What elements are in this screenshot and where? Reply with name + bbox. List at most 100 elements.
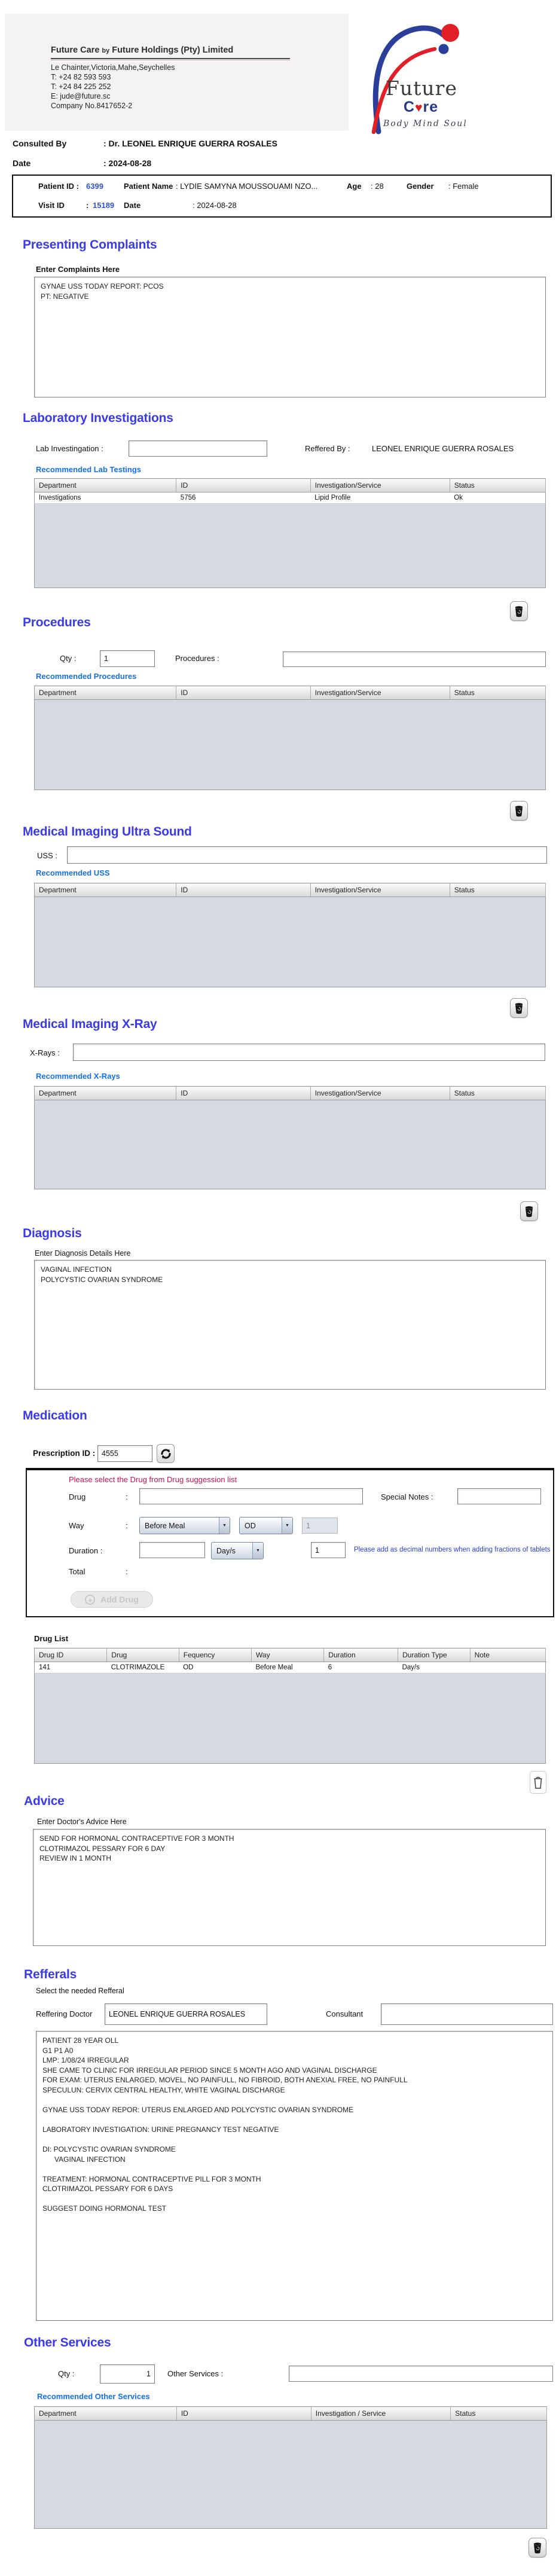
prescription-refresh-button[interactable] — [157, 1444, 175, 1463]
other-services-input[interactable] — [289, 2366, 553, 2382]
company-email: E: jude@future.sc — [51, 92, 111, 100]
lab-title: Laboratory Investigations — [23, 411, 173, 425]
procedures-table: Department ID Investigation/Service Stat… — [34, 686, 546, 790]
prescription-id-input[interactable] — [97, 1445, 152, 1462]
recommended-procedures-label: Recommended Procedures — [36, 672, 137, 681]
logo-word-care: C♥re — [404, 99, 439, 115]
special-notes-label: Special Notes : — [381, 1492, 433, 1501]
patient-gender-value: : Female — [448, 182, 479, 191]
uss-field-label: USS : — [37, 851, 57, 860]
add-drug-button[interactable]: + Add Drug — [71, 1591, 153, 1608]
xray-delete-button[interactable] — [520, 1201, 538, 1221]
consulted-by-value: : Dr. LEONEL ENRIQUE GUERRA ROSALES — [103, 139, 277, 148]
lab-investigation-input[interactable] — [129, 440, 267, 457]
way-colon: : — [126, 1521, 128, 1530]
xray-input[interactable] — [73, 1044, 545, 1061]
lab-table: Department ID Investigation/Service Stat… — [34, 478, 546, 588]
visit-id-colon: : — [86, 201, 89, 210]
procedures-input[interactable] — [283, 651, 546, 667]
tablets-hint-text: Please add as decimal numbers when addin… — [354, 1546, 552, 1553]
procedures-qty-input[interactable] — [100, 650, 155, 667]
trash-icon — [515, 805, 523, 816]
consult-date-row: Date: 2024-08-28 — [13, 158, 151, 168]
other-services-field-label: Other Services : — [167, 2369, 224, 2378]
lab-field-label: Lab Investingation : — [36, 444, 103, 453]
drug-input[interactable] — [139, 1488, 363, 1504]
drug-row[interactable]: 141 CLOTRIMAZOLE OD Before Meal 6 Day/s … — [34, 1662, 546, 1674]
xray-field-label: X-Rays : — [30, 1048, 60, 1057]
diagnosis-label: Enter Diagnosis Details Here — [35, 1249, 131, 1258]
refresh-icon — [160, 1448, 171, 1459]
add-drug-label: Add Drug — [100, 1595, 139, 1604]
company-number: Company No.8417652-2 — [51, 102, 133, 110]
referral-textarea[interactable]: PATIENT 28 YEAR OLL G1 P1 A0 LMP: 1/08/2… — [36, 2031, 553, 2321]
meal-select[interactable]: Before Meal ▼ — [139, 1517, 230, 1534]
company-phone-1: T: +24 82 593 593 — [51, 73, 111, 81]
logo-tagline: Body Mind Soul — [383, 119, 468, 129]
frequency-select[interactable]: OD ▼ — [239, 1517, 293, 1534]
recommended-xray-label: Recommended X-Rays — [36, 1072, 120, 1081]
patient-name-value: : LYDIE SAMYNA MOUSSOUAMI NZO... — [176, 182, 318, 191]
recommended-uss-label: Recommended USS — [36, 868, 110, 877]
procedures-title: Procedures — [23, 616, 91, 629]
visit-date-label: Date — [124, 201, 141, 210]
procedures-field-label: Procedures : — [175, 654, 219, 663]
drug-list-label: Drug List — [34, 1634, 69, 1643]
total-label: Total — [69, 1567, 85, 1576]
lab-delete-button[interactable] — [510, 601, 528, 621]
special-notes-input[interactable] — [457, 1488, 541, 1504]
other-services-title: Other Services — [24, 2336, 111, 2349]
duration-type-select[interactable]: Day/s ▼ — [211, 1542, 264, 1559]
drug-label: Drug — [69, 1492, 86, 1501]
consultation-page: Future Care by Future Holdings (Pty) Lim… — [0, 0, 556, 2576]
trash-icon — [533, 2542, 542, 2553]
referring-doctor-label: Reffering Doctor — [36, 2009, 93, 2018]
uss-input[interactable] — [67, 846, 547, 864]
trash-icon — [515, 1002, 523, 1014]
referring-doctor-input[interactable] — [105, 2003, 267, 2025]
patient-gender-label: Gender — [407, 182, 434, 191]
drug-delete-button[interactable] — [530, 1771, 546, 1794]
other-services-qty-input[interactable] — [100, 2364, 155, 2384]
drug-list-table: Drug ID Drug Fequency Way Duration Durat… — [34, 1648, 546, 1764]
advice-label: Enter Doctor's Advice Here — [37, 1818, 127, 1826]
advice-title: Advice — [24, 1794, 65, 1808]
diagnosis-textarea[interactable]: VAGINAL INFECTION POLYCYSTIC OVARIAN SYN… — [34, 1260, 546, 1390]
patient-id-value: 6399 — [86, 182, 103, 191]
chevron-down-icon: ▼ — [219, 1518, 230, 1534]
way-qty-input — [302, 1518, 338, 1534]
company-phone-2: T: +24 84 225 252 — [51, 82, 111, 91]
logo-word-future: Future — [386, 77, 457, 100]
patient-age-value: : 28 — [371, 182, 384, 191]
patient-name-label: Patient Name — [124, 182, 173, 191]
consultant-input[interactable] — [381, 2003, 553, 2025]
trash-icon — [515, 605, 523, 617]
uss-table: Department ID Investigation/Service Stat… — [34, 883, 546, 987]
company-name: Future Care by Future Holdings (Pty) Lim… — [51, 45, 234, 55]
duration-input[interactable] — [139, 1542, 205, 1558]
logo-swoosh-graphic — [371, 24, 459, 134]
recommended-lab-label: Recommended Lab Testings — [36, 465, 142, 474]
company-address: Le Chainter,Victoria,Mahe,Seychelles — [51, 63, 175, 72]
total-colon: : — [126, 1567, 128, 1576]
prescription-id-label: Prescription ID : — [33, 1449, 96, 1458]
other-services-delete-button[interactable] — [528, 2538, 546, 2557]
xray-table: Department ID Investigation/Service Stat… — [34, 1086, 546, 1189]
patient-id-label: Patient ID : — [38, 182, 79, 191]
visit-date-value: : 2024-08-28 — [193, 201, 237, 210]
trash-icon — [525, 1206, 533, 1217]
way-label: Way — [69, 1521, 84, 1530]
procedures-qty-label: Qty : — [60, 654, 77, 663]
complaints-textarea[interactable]: GYNAE USS TODAY REPORT: PCOS PT: NEGATIV… — [34, 277, 546, 397]
advice-textarea[interactable]: SEND FOR HORMONAL CONTRACEPTIVE FOR 3 MO… — [33, 1829, 546, 1946]
complaints-title: Presenting Complaints — [23, 238, 157, 252]
patient-age-label: Age — [347, 182, 362, 191]
lab-col-service: Investigation/Service — [310, 478, 450, 492]
diagnosis-title: Diagnosis — [23, 1226, 82, 1240]
uss-delete-button[interactable] — [510, 998, 528, 1018]
trash-icon — [534, 1776, 542, 1789]
chevron-down-icon: ▼ — [282, 1518, 292, 1534]
tablets-count-input[interactable] — [311, 1542, 346, 1558]
table-row[interactable]: Investigations 5756 Lipid Profile Ok — [34, 492, 546, 504]
procedures-delete-button[interactable] — [510, 801, 528, 821]
